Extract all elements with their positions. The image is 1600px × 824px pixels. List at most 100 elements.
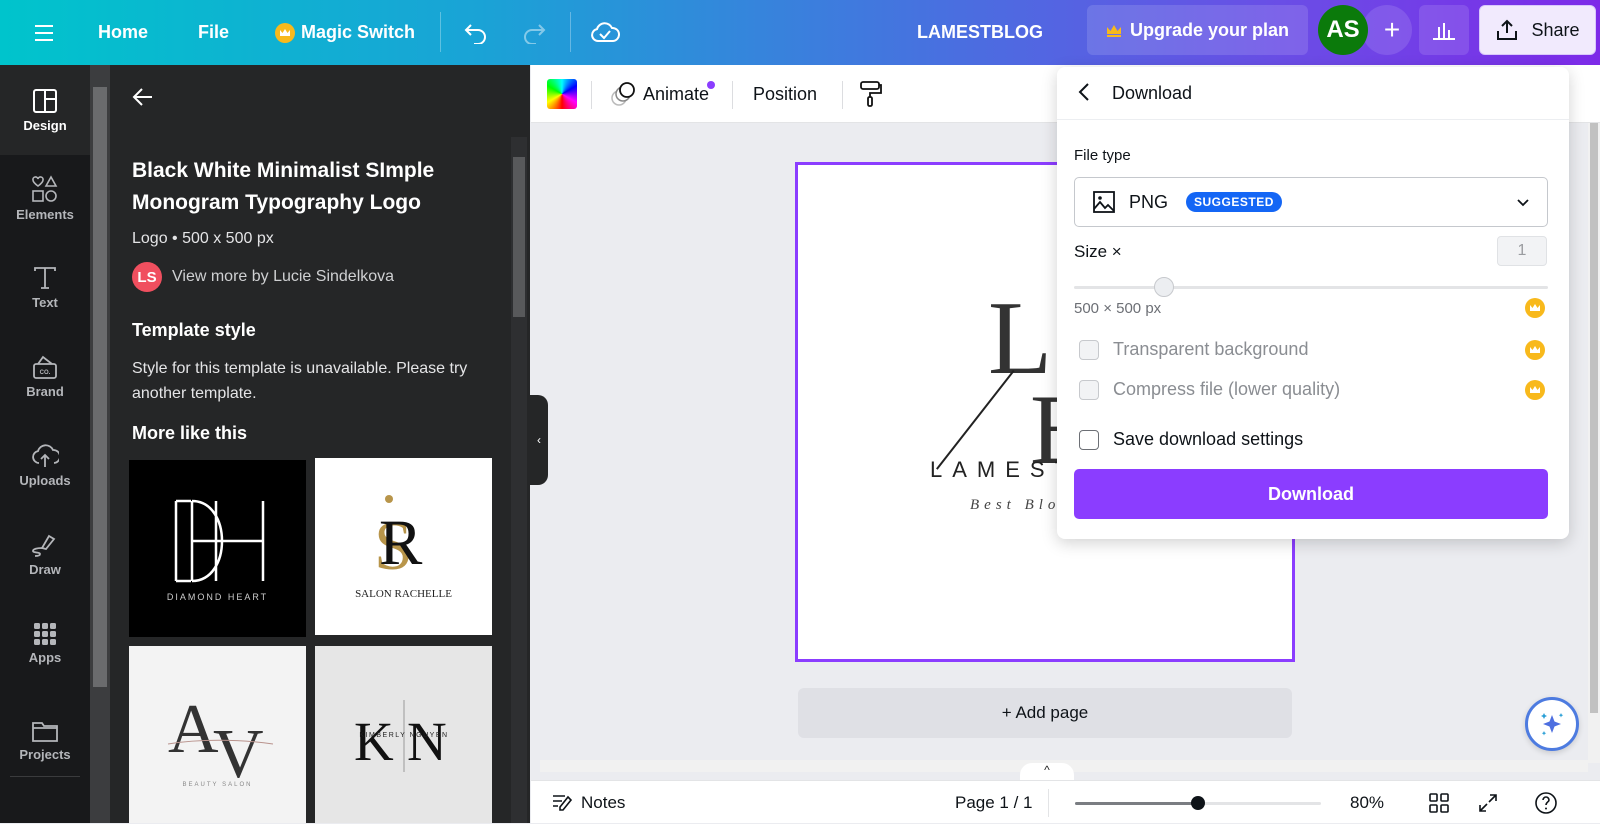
upgrade-label: Upgrade your plan (1129, 19, 1290, 40)
magic-switch-button[interactable]: Magic Switch (275, 0, 415, 65)
undo-icon (464, 23, 486, 44)
canvas-vertical-scrollbar[interactable] (1588, 123, 1600, 763)
size-slider-handle[interactable] (1154, 277, 1175, 297)
transparent-background-option[interactable]: Transparent background (1079, 339, 1308, 360)
thumbnail-caption: BEAUTY SALON (182, 781, 253, 788)
color-picker-button[interactable] (547, 79, 577, 109)
rail-item-brand[interactable]: CO. Brand (0, 331, 90, 421)
footer-bar: Notes Page 1 / 1 80% (531, 780, 1600, 823)
file-type-select[interactable]: PNG SUGGESTED (1074, 177, 1548, 227)
file-type-value: PNG (1129, 191, 1169, 212)
logo-slash[interactable] (936, 370, 1015, 470)
menu-button[interactable] (33, 0, 55, 65)
canvas-vertical-scrollbar-thumb[interactable] (1590, 123, 1598, 713)
text-icon (34, 266, 56, 289)
file-type-label: File type (1074, 147, 1131, 164)
compress-file-option[interactable]: Compress file (lower quality) (1079, 379, 1340, 400)
share-button[interactable]: Share (1479, 5, 1596, 55)
salon-rachelle-logo: SR (374, 494, 423, 584)
apps-icon (34, 622, 56, 645)
author-avatar: LS (132, 262, 162, 292)
home-button[interactable]: Home (98, 0, 148, 65)
collapse-panel-button[interactable]: ‹ (530, 395, 548, 485)
template-meta: Logo • 500 x 500 px (132, 230, 274, 247)
diamond-heart-logo (174, 499, 264, 582)
user-avatar[interactable]: AS (1318, 5, 1368, 55)
divider (440, 12, 441, 52)
template-thumbnail[interactable]: K N KIMBERLY NGUYEN (315, 646, 492, 823)
redo-icon (524, 23, 546, 44)
elements-icon (32, 174, 58, 202)
svg-text:N: N (407, 711, 447, 772)
save-download-settings-label: Save download settings (1113, 429, 1304, 449)
divider (570, 12, 571, 52)
undo-button[interactable] (463, 0, 489, 65)
paint-roller-icon (860, 81, 882, 107)
rail-label: Text (32, 294, 58, 310)
redo-button[interactable] (521, 0, 547, 65)
rail-item-projects[interactable]: Projects (0, 695, 90, 785)
rail-item-design[interactable]: Design (0, 65, 90, 155)
save-download-settings-option[interactable]: Save download settings (1079, 429, 1303, 450)
save-download-settings-checkbox[interactable] (1079, 429, 1099, 450)
compress-file-checkbox[interactable] (1079, 379, 1099, 400)
brand-icon: CO. (33, 355, 57, 379)
add-page-button[interactable]: + Add page (798, 688, 1292, 738)
invite-button[interactable]: + (1362, 5, 1412, 55)
size-input[interactable]: 1 (1497, 236, 1547, 266)
size-slider[interactable] (1074, 277, 1548, 297)
notes-button[interactable]: Notes (551, 781, 625, 824)
file-menu[interactable]: File (198, 0, 229, 65)
download-back-button[interactable] (1077, 81, 1091, 108)
rail-item-text[interactable]: Text (0, 242, 90, 332)
svg-text:K: K (354, 711, 394, 772)
svg-text:KIMBERLY NGUYEN: KIMBERLY NGUYEN (359, 732, 448, 739)
template-panel: Black White Minimalist SImple Monogram T… (110, 65, 530, 823)
rail-item-elements[interactable]: Elements (0, 153, 90, 243)
zoom-level[interactable]: 80% (1350, 781, 1384, 824)
template-style-heading: Template style (132, 320, 256, 340)
share-label: Share (1531, 19, 1580, 40)
position-button[interactable]: Position (753, 65, 817, 123)
transparent-background-checkbox[interactable] (1079, 339, 1099, 360)
crown-icon (1525, 380, 1545, 400)
chevron-up-icon: ^ (1044, 763, 1050, 777)
panel-scrollbar[interactable] (511, 137, 527, 823)
page-indicator[interactable]: Page 1 / 1 (955, 781, 1033, 824)
zoom-slider-fill (1075, 802, 1198, 805)
help-button[interactable] (1534, 781, 1558, 824)
panel-scrollbar-thumb[interactable] (513, 157, 525, 317)
rail-scrollbar[interactable] (90, 65, 110, 823)
transparent-background-label: Transparent background (1113, 339, 1309, 359)
author-link[interactable]: LS View more by Lucie Sindelkova (132, 262, 394, 292)
template-thumbnail[interactable]: SR SALON RACHELLE (315, 458, 492, 635)
back-button[interactable] (132, 87, 154, 112)
rail-item-draw[interactable]: Draw (0, 509, 90, 599)
template-thumbnail[interactable]: DIAMOND HEART (129, 460, 306, 637)
rail-scrollbar-thumb[interactable] (93, 87, 107, 687)
chevron-left-icon: ‹ (537, 433, 541, 447)
template-thumbnail[interactable]: AV BEAUTY SALON (129, 646, 306, 823)
grid-view-button[interactable] (1428, 781, 1450, 824)
thumbnail-caption: DIAMOND HEART (166, 591, 269, 602)
fullscreen-button[interactable] (1477, 781, 1499, 824)
size-label: Size × (1074, 242, 1122, 261)
expand-icon (1479, 793, 1497, 812)
pages-toggle-button[interactable]: ^ (1020, 763, 1074, 781)
rail-item-uploads[interactable]: Uploads (0, 420, 90, 510)
zoom-slider-handle[interactable] (1191, 796, 1205, 810)
save-status-button[interactable] (590, 0, 620, 65)
magic-assistant-button[interactable] (1525, 697, 1579, 751)
divider (591, 81, 592, 109)
svg-text:CO.: CO. (40, 370, 51, 376)
upgrade-plan-button[interactable]: Upgrade your plan (1087, 5, 1308, 55)
copy-style-button[interactable] (859, 65, 883, 123)
analytics-button[interactable] (1419, 5, 1469, 55)
download-button[interactable]: Download (1074, 469, 1548, 519)
design-name[interactable]: LAMESTBLOG (917, 0, 1043, 65)
animate-button[interactable]: Animate (609, 65, 709, 123)
rail-item-apps[interactable]: Apps (0, 598, 90, 688)
zoom-slider[interactable] (1075, 796, 1321, 810)
top-bar: Home File Magic Switch LAMESTBLOG Upgrad… (0, 0, 1600, 65)
notes-label: Notes (581, 792, 626, 812)
